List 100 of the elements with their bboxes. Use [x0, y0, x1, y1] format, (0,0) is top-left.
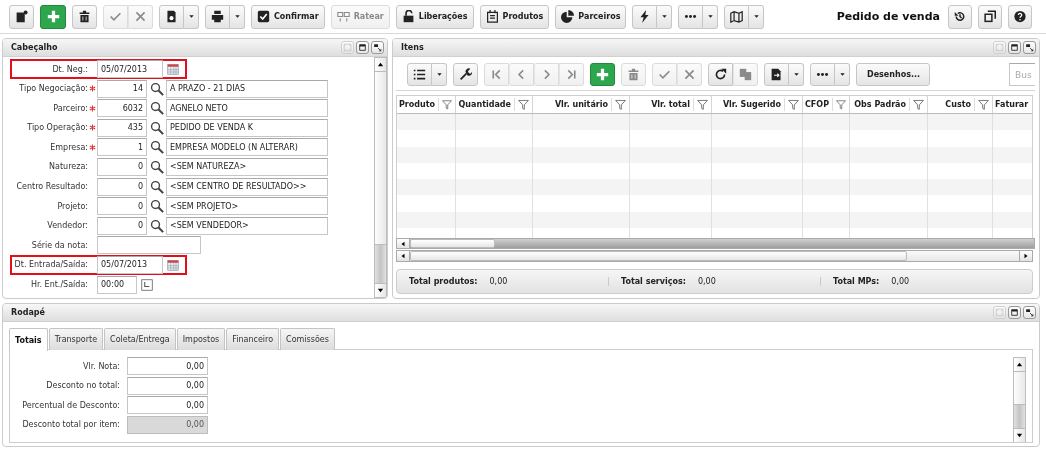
code-field[interactable]: 0 — [97, 177, 147, 196]
calendar-icon[interactable] — [167, 63, 179, 75]
tab[interactable]: Transporte — [48, 328, 104, 350]
history-button[interactable] — [948, 4, 972, 29]
add-button[interactable] — [40, 4, 66, 29]
number-field[interactable]: 0,00 — [127, 357, 208, 375]
drawings-button[interactable]: Desenhos... — [856, 63, 930, 86]
search-icon[interactable] — [150, 120, 164, 135]
filter-icon[interactable] — [974, 98, 990, 111]
clock-icon[interactable] — [141, 278, 153, 291]
time-field[interactable]: 00:00 — [97, 275, 137, 294]
description-field[interactable]: PEDIDO DE VENDA K — [166, 118, 328, 137]
horizontal-scrollbar[interactable] — [396, 237, 1035, 250]
column-header[interactable]: CFOP — [805, 100, 829, 109]
help-button[interactable] — [1008, 4, 1032, 29]
window-icon[interactable] — [1008, 41, 1021, 54]
code-field[interactable]: 6032 — [97, 99, 147, 118]
description-field[interactable]: EMPRESA MODELO (N ALTERAR) — [166, 138, 328, 157]
search-icon[interactable] — [150, 199, 164, 214]
filter-icon[interactable] — [514, 98, 530, 111]
settings-button[interactable] — [453, 63, 478, 86]
more-button[interactable] — [810, 63, 835, 86]
code-field[interactable]: 0 — [97, 157, 147, 176]
field-label: Vlr. Nota: — [82, 361, 120, 371]
description-field[interactable]: <SEM CENTRO DE RESULTADO>> — [166, 177, 328, 196]
partners-button[interactable]: Parceiros — [555, 4, 627, 29]
scroll-thumb[interactable] — [1014, 372, 1025, 405]
documents-icon — [739, 68, 752, 81]
description-field[interactable]: AGNELO NETO — [166, 99, 328, 118]
number-field[interactable]: 0,00 — [127, 376, 208, 395]
search-icon[interactable] — [150, 218, 164, 233]
down-arrow-icon[interactable] — [1016, 432, 1023, 439]
column-header[interactable]: Produto — [399, 100, 436, 109]
up-arrow-icon[interactable] — [1016, 361, 1023, 368]
export-button[interactable] — [764, 63, 789, 86]
tab[interactable]: Totais — [9, 328, 48, 351]
search-icon[interactable] — [150, 179, 164, 194]
column-header[interactable]: Vlr. total — [651, 100, 690, 109]
up-arrow-icon[interactable] — [377, 61, 384, 68]
release-button[interactable]: Liberações — [395, 4, 474, 29]
date-field[interactable]: 05/07/2013 — [97, 60, 163, 78]
window-icon[interactable] — [1008, 306, 1021, 319]
tab[interactable]: Impostos — [176, 328, 226, 350]
actions-button[interactable] — [632, 4, 658, 29]
scroll-thumb[interactable] — [410, 251, 907, 262]
code-field[interactable]: 14 — [97, 79, 147, 98]
tab[interactable]: Coleta/Entrega — [104, 328, 176, 350]
code-field[interactable]: 435 — [97, 118, 147, 137]
tab[interactable]: Financeiro — [226, 328, 280, 350]
tab[interactable]: Comissões — [280, 328, 335, 350]
column-header[interactable]: Obs Padrão — [854, 100, 906, 109]
calendar-icon[interactable] — [167, 258, 179, 271]
add-button[interactable] — [590, 63, 615, 86]
filter-icon[interactable] — [611, 98, 627, 111]
view-button[interactable] — [407, 63, 432, 86]
scroll-thumb[interactable] — [375, 72, 386, 245]
refresh-button[interactable] — [708, 63, 733, 86]
delete-button[interactable] — [72, 4, 97, 29]
search-field[interactable]: Bus — [1009, 63, 1035, 86]
search-icon[interactable] — [150, 140, 164, 155]
text-field[interactable] — [97, 236, 201, 255]
number-field[interactable]: 0,00 — [127, 396, 208, 415]
new-button[interactable] — [9, 4, 34, 29]
scroll-thumb[interactable] — [410, 238, 495, 249]
more-button[interactable] — [678, 4, 704, 29]
copy-button[interactable] — [978, 4, 1002, 29]
search-icon[interactable] — [150, 101, 164, 116]
right-arrow-icon[interactable] — [1023, 253, 1029, 260]
column-header[interactable]: Quantidade — [458, 100, 511, 109]
search-icon[interactable] — [150, 159, 164, 174]
filter-icon[interactable] — [784, 98, 800, 111]
field-label: Desconto total por item: — [21, 420, 120, 430]
horizontal-scrollbar[interactable] — [396, 250, 1033, 263]
filter-icon[interactable] — [693, 98, 709, 111]
column-header[interactable]: Custo — [945, 100, 971, 109]
map-button[interactable] — [724, 4, 750, 29]
vertical-scrollbar[interactable] — [1013, 357, 1026, 442]
code-field[interactable]: 0 — [97, 197, 147, 216]
vertical-scrollbar[interactable] — [374, 57, 387, 298]
description-field[interactable]: A PRAZO - 21 DIAS — [166, 79, 328, 98]
filter-icon[interactable] — [832, 98, 847, 111]
column-header[interactable]: Vlr. Sugerido — [722, 100, 781, 109]
confirm-button[interactable]: Confirmar — [251, 4, 325, 29]
products-button[interactable]: Produtos — [479, 4, 550, 29]
report-button[interactable] — [159, 4, 184, 29]
column-header[interactable]: Vlr. unitário — [554, 100, 608, 109]
code-field[interactable]: 0 — [97, 216, 147, 235]
description-field[interactable]: <SEM NATUREZA> — [166, 157, 328, 176]
description-field[interactable]: <SEM VENDEDOR> — [166, 216, 328, 235]
down-arrow-icon[interactable] — [377, 287, 384, 294]
date-field[interactable]: 05/07/2013 — [97, 255, 163, 274]
column-header[interactable]: Faturar — [995, 100, 1029, 109]
description-field[interactable]: <SEM PROJETO> — [166, 197, 328, 216]
filter-icon[interactable] — [438, 98, 453, 111]
search-icon[interactable] — [150, 81, 164, 96]
window-icon[interactable] — [356, 41, 369, 54]
filter-icon[interactable] — [909, 98, 925, 111]
print-button[interactable] — [205, 4, 230, 29]
history-icon — [954, 10, 966, 23]
code-field[interactable]: 1 — [97, 138, 147, 157]
